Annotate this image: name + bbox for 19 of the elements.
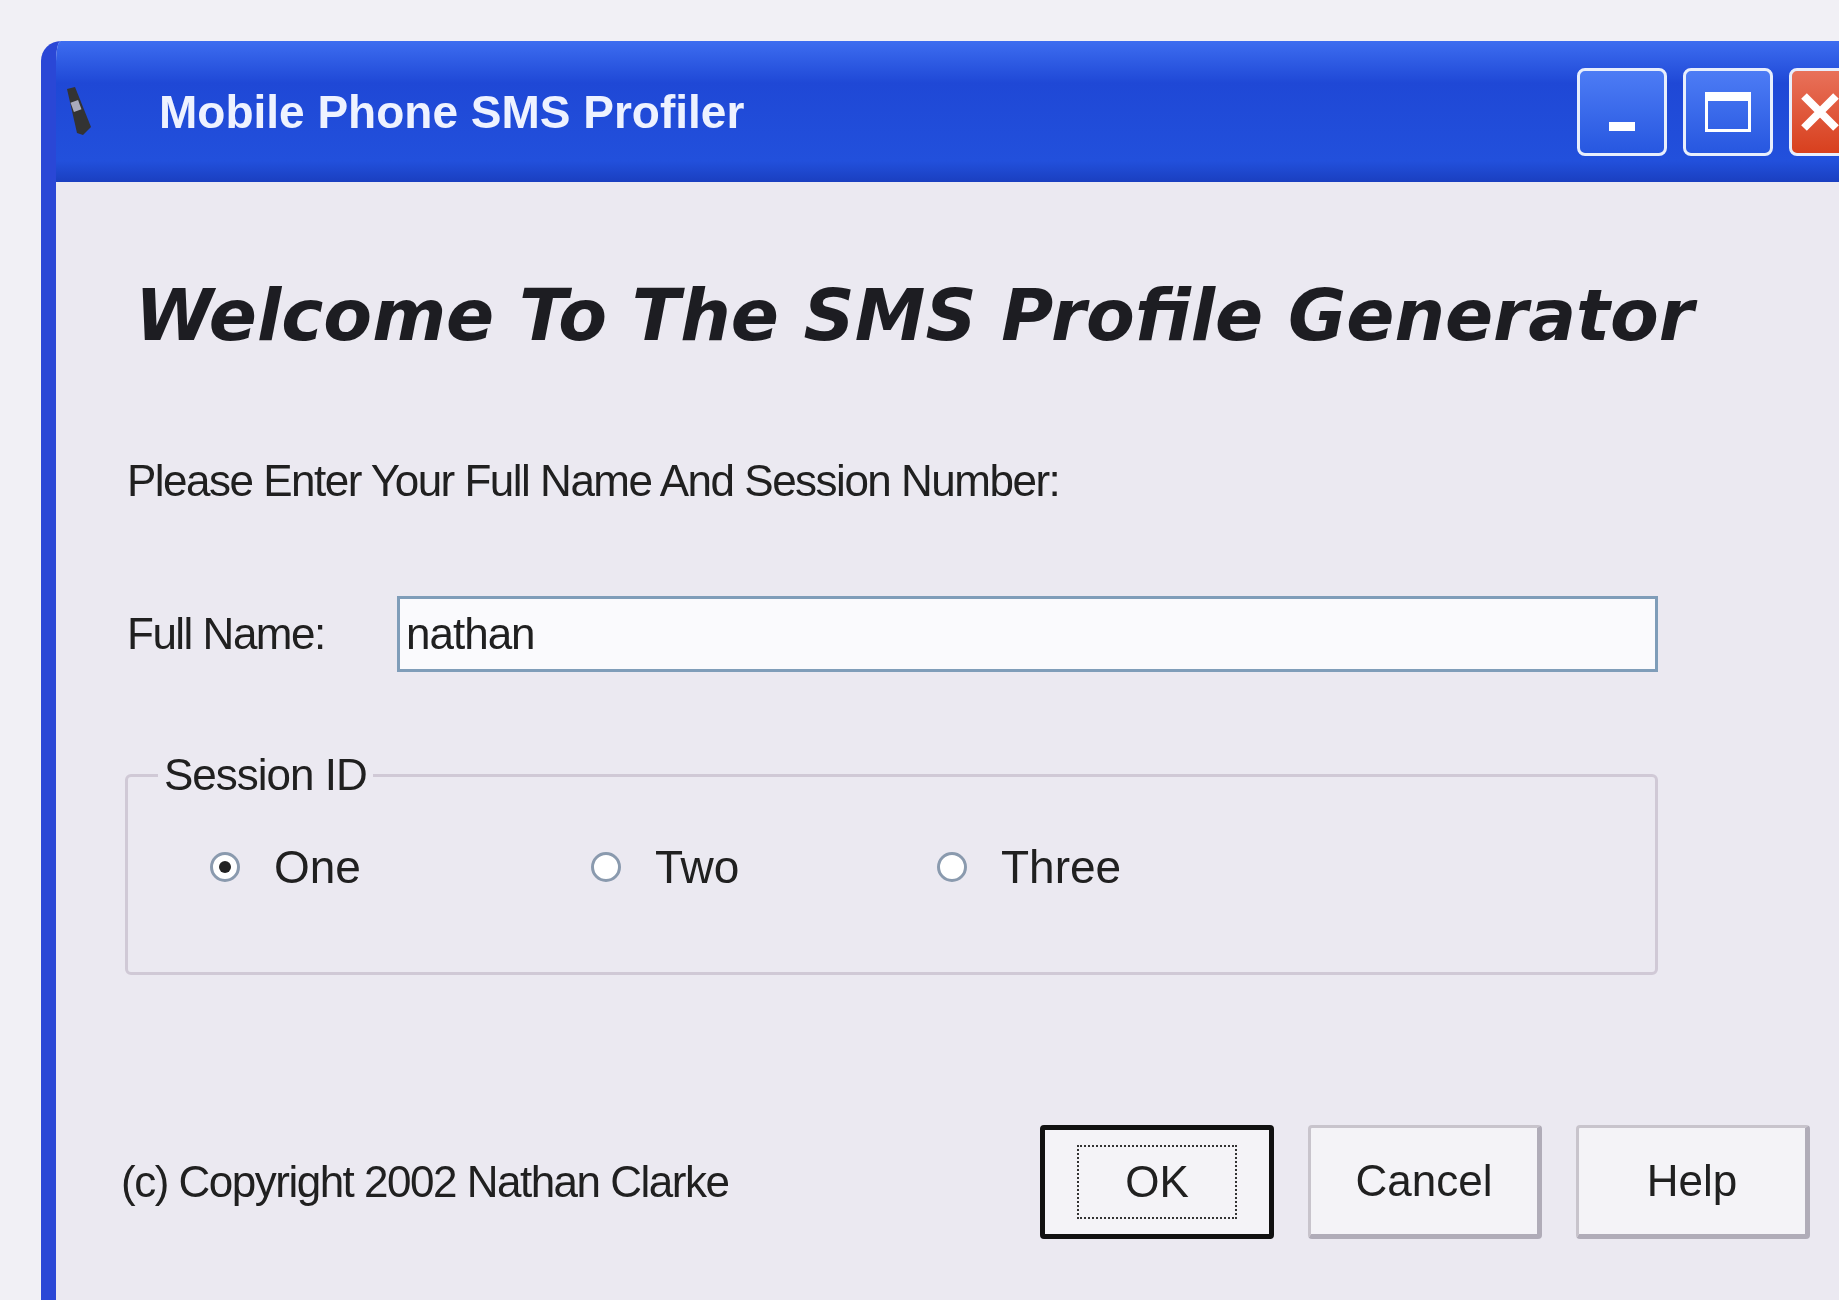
- radio-button[interactable]: [591, 852, 621, 882]
- radio-label: Three: [1001, 840, 1122, 894]
- window-title: Mobile Phone SMS Profiler: [159, 84, 745, 139]
- dialog-button[interactable]: OK: [1040, 1125, 1274, 1239]
- full-name-label: Full Name:: [127, 609, 326, 659]
- radio-label: Two: [655, 840, 740, 894]
- dialog-button[interactable]: Cancel: [1308, 1125, 1542, 1239]
- session-id-legend: Session ID: [158, 750, 373, 800]
- close-icon: [1800, 91, 1839, 132]
- maximize-button[interactable]: [1683, 67, 1773, 156]
- copyright-text: (c) Copyright 2002 Nathan Clarke: [121, 1157, 729, 1207]
- full-name-field[interactable]: nathan: [397, 596, 1658, 672]
- radio-button[interactable]: [937, 852, 967, 882]
- radio-label: One: [274, 840, 361, 894]
- welcome-heading: Welcome To The SMS Profile Generator: [135, 276, 1839, 356]
- instruction-text: Please Enter Your Full Name And Session Number:: [127, 456, 1061, 506]
- dialog-button[interactable]: Help: [1576, 1125, 1810, 1239]
- radio-button[interactable]: [210, 852, 240, 882]
- minimize-button[interactable]: [1577, 67, 1667, 156]
